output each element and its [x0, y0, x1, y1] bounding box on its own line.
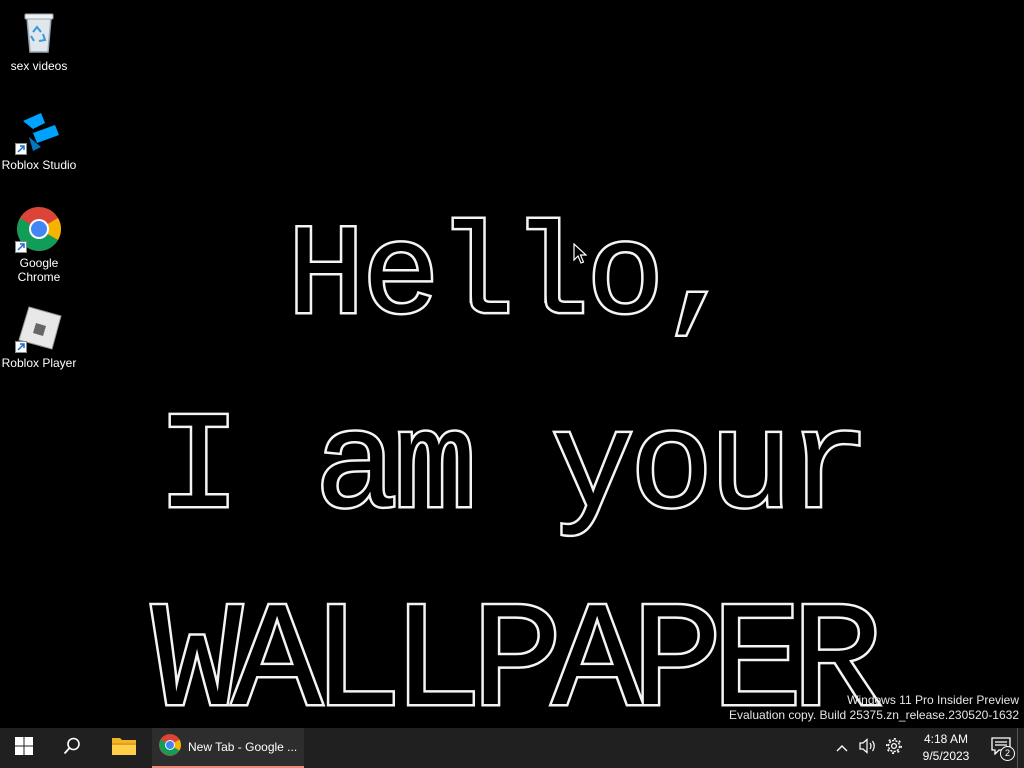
roblox-player-icon — [15, 305, 63, 353]
desktop-icon-label: sex videos — [10, 59, 68, 73]
gear-icon — [885, 737, 903, 760]
clock-date: 9/5/2023 — [922, 749, 970, 763]
shortcut-arrow-icon — [15, 341, 27, 353]
search-button[interactable] — [48, 728, 96, 768]
recycle-bin-icon — [15, 8, 63, 56]
desktop-icon-label: Roblox Player — [1, 356, 77, 370]
desktop-wallpaper: Hello, I am your WALLPAPER — [0, 0, 1024, 753]
desktop-icon-roblox-player[interactable]: Roblox Player — [0, 305, 78, 370]
volume-button[interactable] — [855, 728, 881, 768]
start-button[interactable] — [0, 728, 48, 768]
search-icon — [63, 737, 81, 760]
roblox-studio-icon — [15, 107, 63, 155]
show-hidden-icons-button[interactable] — [829, 728, 855, 768]
shortcut-arrow-icon — [15, 143, 27, 155]
taskbar-window-title: New Tab - Google ... — [188, 740, 298, 754]
evaluation-watermark: Windows 11 Pro Insider Preview Evaluatio… — [729, 693, 1019, 723]
speaker-icon — [859, 737, 877, 759]
notification-center-button[interactable]: 2 — [985, 728, 1017, 768]
windows-logo-icon — [15, 736, 33, 760]
chevron-up-icon — [836, 739, 848, 757]
settings-button[interactable] — [881, 728, 907, 768]
watermark-edition: Windows 11 Pro Insider Preview — [847, 693, 1019, 707]
desktop-icon-google-chrome[interactable]: Google Chrome — [0, 205, 78, 284]
taskbar-chrome-window[interactable]: New Tab - Google ... — [152, 728, 304, 768]
wallpaper-text-wallpaper: WALLPAPER — [149, 578, 884, 753]
show-desktop-button[interactable] — [1017, 728, 1024, 768]
desktop-icon-recycle-bin[interactable]: sex videos — [0, 8, 78, 73]
watermark-build: Evaluation copy. Build 25375.zn_release.… — [729, 708, 1019, 722]
desktop-icon-roblox-studio[interactable]: Roblox Studio — [0, 107, 78, 172]
chrome-icon — [15, 205, 63, 253]
chrome-icon — [158, 733, 182, 762]
shortcut-arrow-icon — [15, 241, 27, 253]
mouse-cursor-icon — [573, 242, 588, 270]
desktop-icon-label: Google Chrome — [17, 256, 61, 284]
file-explorer-button[interactable] — [96, 728, 152, 768]
taskbar-clock[interactable]: 4:18 AM 9/5/2023 — [913, 731, 979, 765]
wallpaper-text-hello: Hello, — [285, 204, 741, 354]
desktop-icon-label: Roblox Studio — [1, 158, 77, 172]
system-tray: 4:18 AM 9/5/2023 2 — [829, 728, 1024, 768]
wallpaper-text-i-am-your: I am your — [155, 390, 873, 551]
clock-time: 4:18 AM — [923, 732, 969, 746]
taskbar: New Tab - Google ... 4:18 AM 9/5/2023 2 — [0, 728, 1024, 768]
notification-count-badge: 2 — [1000, 746, 1015, 761]
file-explorer-icon — [111, 735, 137, 762]
